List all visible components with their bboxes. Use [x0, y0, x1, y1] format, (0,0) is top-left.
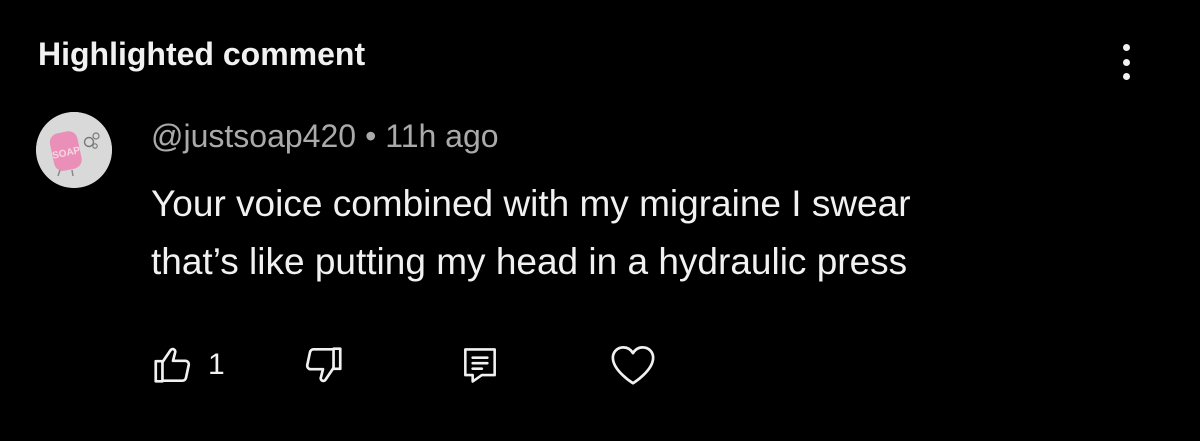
heart-button[interactable] [608, 342, 658, 388]
avatar[interactable]: SOAP [36, 112, 112, 188]
reply-button[interactable] [458, 343, 502, 387]
soap-avatar-icon: SOAP [36, 112, 112, 188]
reply-comment-icon [463, 348, 496, 383]
comment-author[interactable]: @justsoap420 [151, 118, 356, 154]
comment-actions: 1 [150, 340, 658, 390]
comment-text: Your voice combined with my migraine I s… [151, 175, 1151, 291]
more-vert-icon-dot [1122, 73, 1130, 80]
comment-meta: @justsoap420 • 11h ago [151, 118, 499, 155]
more-vert-icon-dot [1122, 58, 1130, 66]
meta-separator: • [365, 118, 377, 154]
thumb-down-icon [305, 347, 342, 383]
highlighted-comment-title: Highlighted comment [38, 36, 366, 72]
like-count: 1 [208, 348, 225, 381]
more-vert-icon-dot [1122, 44, 1130, 51]
comment-text-line: that’s like putting my head in a hydraul… [151, 241, 908, 282]
dislike-button[interactable] [300, 342, 346, 388]
comment-text-line: Your voice combined with my migraine I s… [151, 183, 911, 224]
comment-time: 11h ago [385, 118, 499, 154]
thumb-up-icon [154, 347, 191, 383]
more-options-button[interactable] [1108, 38, 1144, 86]
like-button[interactable]: 1 [150, 342, 225, 388]
heart-icon [611, 346, 655, 385]
